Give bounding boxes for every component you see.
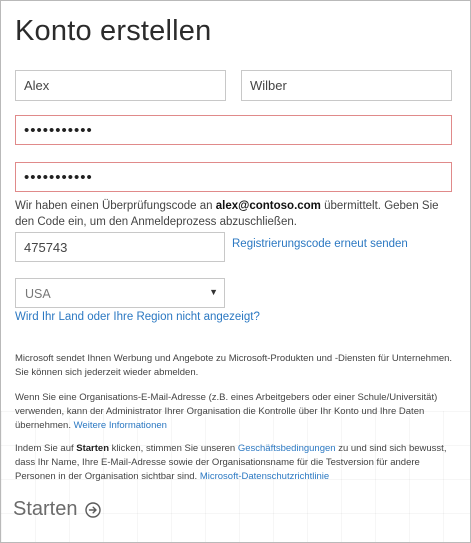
start-button-label: Starten bbox=[13, 498, 78, 520]
confirm-password-input[interactable] bbox=[15, 162, 452, 192]
marketing-notice: Microsoft sendet Ihnen Werbung und Angeb… bbox=[15, 353, 453, 378]
organization-notice: Wenn Sie eine Organisations-E-Mail-Adres… bbox=[15, 391, 455, 433]
terms-notice: Indem Sie auf Starten klicken, stimmen S… bbox=[15, 442, 455, 484]
resend-code-link[interactable]: Registrierungscode erneut senden bbox=[232, 238, 408, 250]
terms-text-1: Indem Sie auf bbox=[15, 443, 77, 454]
verification-email: alex@contoso.com bbox=[215, 200, 321, 212]
signup-panel: Konto erstellen Wir haben einen Überprüf… bbox=[0, 0, 471, 543]
verification-info-text-1: Wir haben einen Überprüfungscode an bbox=[15, 200, 216, 212]
privacy-policy-link[interactable]: Microsoft-Datenschutzrichtlinie bbox=[200, 471, 329, 482]
country-select-value: USA bbox=[25, 287, 51, 301]
caret-down-icon: ▼ bbox=[209, 287, 218, 297]
region-missing-link[interactable]: Wird Ihr Land oder Ihre Region nicht ang… bbox=[15, 311, 260, 323]
last-name-input[interactable] bbox=[241, 70, 452, 101]
arrow-circle-right-icon bbox=[85, 501, 102, 518]
page-title: Konto erstellen bbox=[15, 15, 212, 47]
verification-code-input[interactable] bbox=[15, 232, 225, 262]
first-name-input[interactable] bbox=[15, 70, 226, 101]
start-button[interactable]: Starten bbox=[13, 498, 102, 521]
more-info-link[interactable]: Weitere Informationen bbox=[74, 420, 167, 431]
terms-text-2: klicken, stimmen Sie unseren bbox=[109, 443, 238, 454]
country-select[interactable]: USA ▼ bbox=[15, 278, 225, 308]
terms-start-word: Starten bbox=[76, 443, 109, 454]
verification-info: Wir haben einen Überprüfungscode an alex… bbox=[15, 198, 455, 230]
password-input[interactable] bbox=[15, 115, 452, 145]
terms-link[interactable]: Geschäftsbedingungen bbox=[238, 443, 336, 454]
